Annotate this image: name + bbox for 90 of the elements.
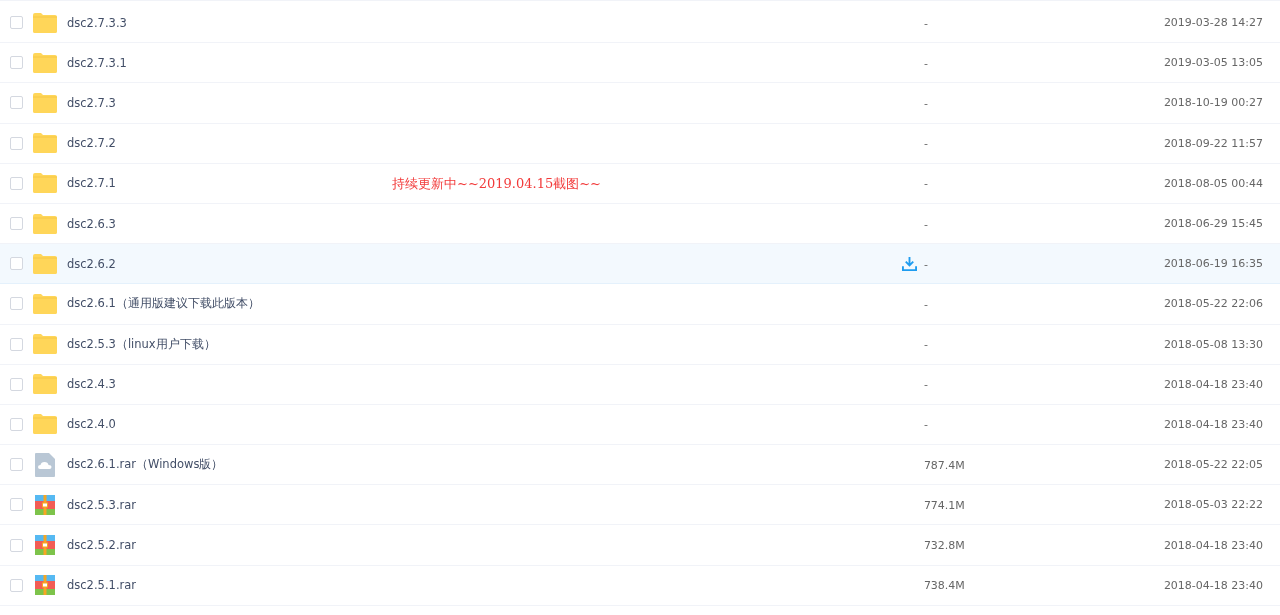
modified-date: 2018-05-08 13:30 <box>1163 337 1263 351</box>
modified-date: 2018-06-19 16:35 <box>1163 257 1263 271</box>
file-row[interactable]: dsc2.5.2.rar 732.8M 2018-04-18 23:40 <box>0 525 1280 566</box>
file-size: - <box>923 378 928 392</box>
file-size: 774.1M <box>923 498 965 512</box>
folder-icon <box>33 253 57 274</box>
file-size: - <box>923 297 928 311</box>
folder-icon <box>33 52 57 73</box>
file-size: 738.4M <box>923 579 965 593</box>
modified-date: 2018-09-22 11:57 <box>1163 136 1263 150</box>
file-size: - <box>923 16 928 30</box>
file-size: - <box>923 217 928 231</box>
file-row[interactable]: dsc2.7.2 - 2018-09-22 11:57 <box>0 123 1280 164</box>
file-row[interactable]: dsc2.6.1.rar（Windows版） 787.4M 2018-05-22 22:05 <box>0 445 1280 486</box>
file-row[interactable]: dsc2.4.3 - 2018-04-18 23:40 <box>0 364 1280 405</box>
folder-icon <box>33 374 57 395</box>
file-name[interactable]: dsc2.5.1.rar <box>67 578 137 593</box>
modified-date: 2018-05-22 22:06 <box>1163 297 1263 311</box>
modified-date: 2018-04-18 23:40 <box>1163 538 1263 552</box>
modified-date: 2018-08-05 00:44 <box>1163 176 1263 190</box>
modified-date: 2018-04-18 23:40 <box>1163 377 1263 391</box>
file-size: - <box>923 177 928 191</box>
file-name[interactable]: dsc2.7.3.1 <box>67 55 127 70</box>
file-name[interactable]: dsc2.7.3.3 <box>67 15 127 30</box>
modified-date: 2018-06-29 15:45 <box>1163 217 1263 231</box>
folder-icon <box>33 133 57 154</box>
cloud-file-icon <box>35 452 55 477</box>
file-name[interactable]: dsc2.7.3 <box>67 95 116 110</box>
file-row[interactable]: dsc2.7.3.1 - 2019-03-05 13:05 <box>0 43 1280 84</box>
file-row[interactable]: dsc2.7.3.3 - 2019-03-28 14:27 <box>0 3 1280 44</box>
folder-icon <box>33 92 57 113</box>
modified-date: 2018-05-22 22:05 <box>1163 458 1263 472</box>
checkbox[interactable] <box>10 136 23 150</box>
file-row[interactable]: dsc2.5.1.rar 738.4M 2018-04-18 23:40 <box>0 565 1280 606</box>
file-size: - <box>923 338 928 352</box>
file-size: - <box>923 418 928 432</box>
file-name[interactable]: dsc2.5.3（linux用户下载） <box>67 336 216 352</box>
file-name[interactable]: dsc2.4.3 <box>67 377 116 392</box>
file-name[interactable]: dsc2.6.1.rar（Windows版） <box>67 457 224 473</box>
modified-date: 2018-04-18 23:40 <box>1163 417 1263 431</box>
file-name[interactable]: dsc2.4.0 <box>67 417 116 432</box>
folder-icon <box>33 213 57 234</box>
modified-date: 2019-03-28 14:27 <box>1163 16 1263 30</box>
file-name[interactable]: dsc2.6.2 <box>67 256 116 271</box>
file-size: - <box>923 257 928 271</box>
file-size: 732.8M <box>923 539 965 553</box>
checkbox[interactable] <box>10 96 23 110</box>
checkbox[interactable] <box>10 498 23 512</box>
folder-icon <box>33 173 57 194</box>
file-name[interactable]: dsc2.5.2.rar <box>67 538 137 553</box>
checkbox[interactable] <box>10 337 23 351</box>
folder-icon <box>33 414 57 435</box>
modified-date: 2018-10-19 00:27 <box>1163 96 1263 110</box>
checkbox[interactable] <box>10 56 23 70</box>
file-size: - <box>923 56 928 70</box>
modified-date: 2019-03-05 13:05 <box>1163 56 1263 70</box>
checkbox[interactable] <box>10 578 23 592</box>
archive-icon <box>33 535 57 556</box>
file-row[interactable]: dsc2.7.3 - 2018-10-19 00:27 <box>0 83 1280 124</box>
file-name[interactable]: dsc2.7.2 <box>67 136 116 151</box>
download-icon[interactable] <box>901 256 917 272</box>
annotation-text: 持续更新中~~2019.04.15截图~~ <box>392 175 601 193</box>
checkbox[interactable] <box>10 217 23 231</box>
checkbox[interactable] <box>10 257 23 271</box>
archive-icon <box>33 575 57 596</box>
file-row[interactable]: dsc2.6.2 - 2018-06-19 16:35 <box>0 244 1280 285</box>
file-size: - <box>923 96 928 110</box>
modified-date: 2018-04-18 23:40 <box>1163 578 1263 592</box>
file-size: - <box>923 137 928 151</box>
file-name[interactable]: dsc2.6.3 <box>67 216 116 231</box>
checkbox[interactable] <box>10 377 23 391</box>
checkbox[interactable] <box>10 458 23 472</box>
file-name[interactable]: dsc2.5.3.rar <box>67 497 137 512</box>
checkbox[interactable] <box>10 417 23 431</box>
file-row[interactable]: dsc2.5.3（linux用户下载） - 2018-05-08 13:30 <box>0 324 1280 365</box>
checkbox[interactable] <box>10 176 23 190</box>
folder-icon <box>33 293 57 314</box>
modified-date: 2018-05-03 22:22 <box>1163 498 1263 512</box>
file-name[interactable]: dsc2.7.1 <box>67 176 116 191</box>
folder-icon <box>33 334 57 355</box>
file-row[interactable]: dsc2.4.0 - 2018-04-18 23:40 <box>0 404 1280 446</box>
file-row[interactable]: dsc2.5.3.rar 774.1M 2018-05-03 22:22 <box>0 485 1280 526</box>
checkbox[interactable] <box>10 538 23 552</box>
file-size: 787.4M <box>923 458 965 472</box>
checkbox[interactable] <box>10 16 23 30</box>
file-name[interactable]: dsc2.6.1（通用版建议下载此版本） <box>67 296 260 312</box>
folder-icon <box>33 12 57 33</box>
archive-icon <box>33 494 57 515</box>
file-row[interactable]: dsc2.6.1（通用版建议下载此版本） - 2018-05-22 22:06 <box>0 284 1280 325</box>
checkbox[interactable] <box>10 297 23 311</box>
